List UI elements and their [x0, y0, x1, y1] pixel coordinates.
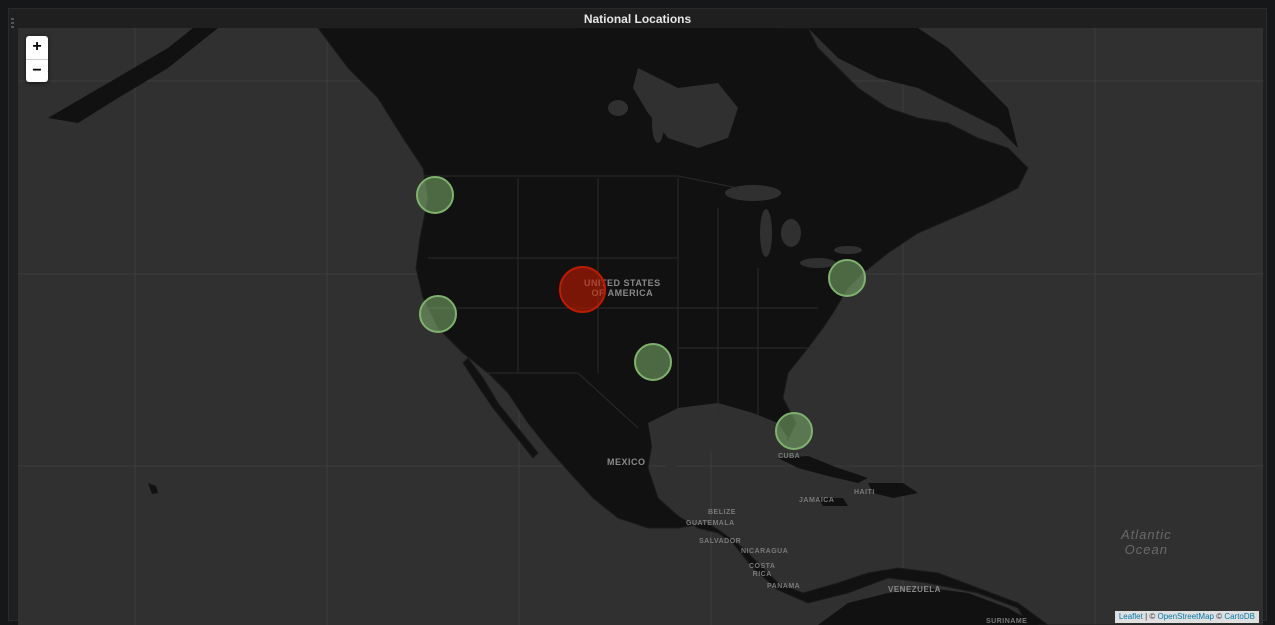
- panel-title[interactable]: National Locations: [9, 11, 1266, 27]
- label-atlantic-line1: Atlantic: [1121, 527, 1172, 542]
- label-cuba: CUBA: [778, 453, 801, 460]
- label-costa-rica-line1: COSTA: [749, 563, 776, 570]
- marker-portland[interactable]: [416, 176, 454, 214]
- marker-new-york[interactable]: [828, 259, 866, 297]
- zoom-control: + −: [26, 36, 48, 82]
- attribution-sep-1: | ©: [1142, 612, 1158, 621]
- map-attribution: Leaflet | © OpenStreetMap © CartoDB: [1114, 611, 1259, 623]
- label-nicaragua: NICARAGUA: [741, 548, 789, 555]
- map-canvas[interactable]: UNITED STATES OF AMERICA MEXICO CUBA HAI…: [18, 28, 1263, 625]
- label-guatemala: GUATEMALA: [686, 520, 735, 527]
- label-costa-rica: COSTA RICA: [749, 563, 775, 579]
- label-costa-rica-line2: RICA: [752, 571, 772, 578]
- openstreetmap-link[interactable]: OpenStreetMap: [1157, 612, 1213, 621]
- label-el-salvador: SALVADOR: [699, 538, 742, 545]
- marker-san-francisco[interactable]: [419, 295, 457, 333]
- basemap: [18, 28, 1263, 625]
- label-venezuela: VENEZUELA: [888, 585, 941, 594]
- marker-miami[interactable]: [775, 412, 813, 450]
- label-panama: PANAMA: [767, 583, 801, 590]
- attribution-sep-2: ©: [1213, 612, 1225, 621]
- marker-denver[interactable]: [559, 266, 606, 313]
- label-jamaica: JAMAICA: [799, 497, 835, 504]
- label-suriname: SURINAME: [986, 618, 1028, 625]
- label-atlantic-line2: Ocean: [1124, 542, 1168, 557]
- zoom-in-button[interactable]: +: [26, 36, 48, 60]
- map-panel: National Locations UNITED STATES OF AMER…: [8, 8, 1267, 625]
- leaflet-link[interactable]: Leaflet: [1119, 612, 1143, 621]
- marker-dallas[interactable]: [634, 343, 672, 381]
- label-atlantic-ocean: Atlantic Ocean: [1121, 527, 1172, 557]
- label-haiti: HAITI: [854, 489, 875, 496]
- zoom-out-button[interactable]: −: [26, 60, 48, 83]
- label-belize: BELIZE: [708, 509, 736, 516]
- cartodb-link[interactable]: CartoDB: [1224, 612, 1255, 621]
- label-mexico: MEXICO: [607, 457, 646, 467]
